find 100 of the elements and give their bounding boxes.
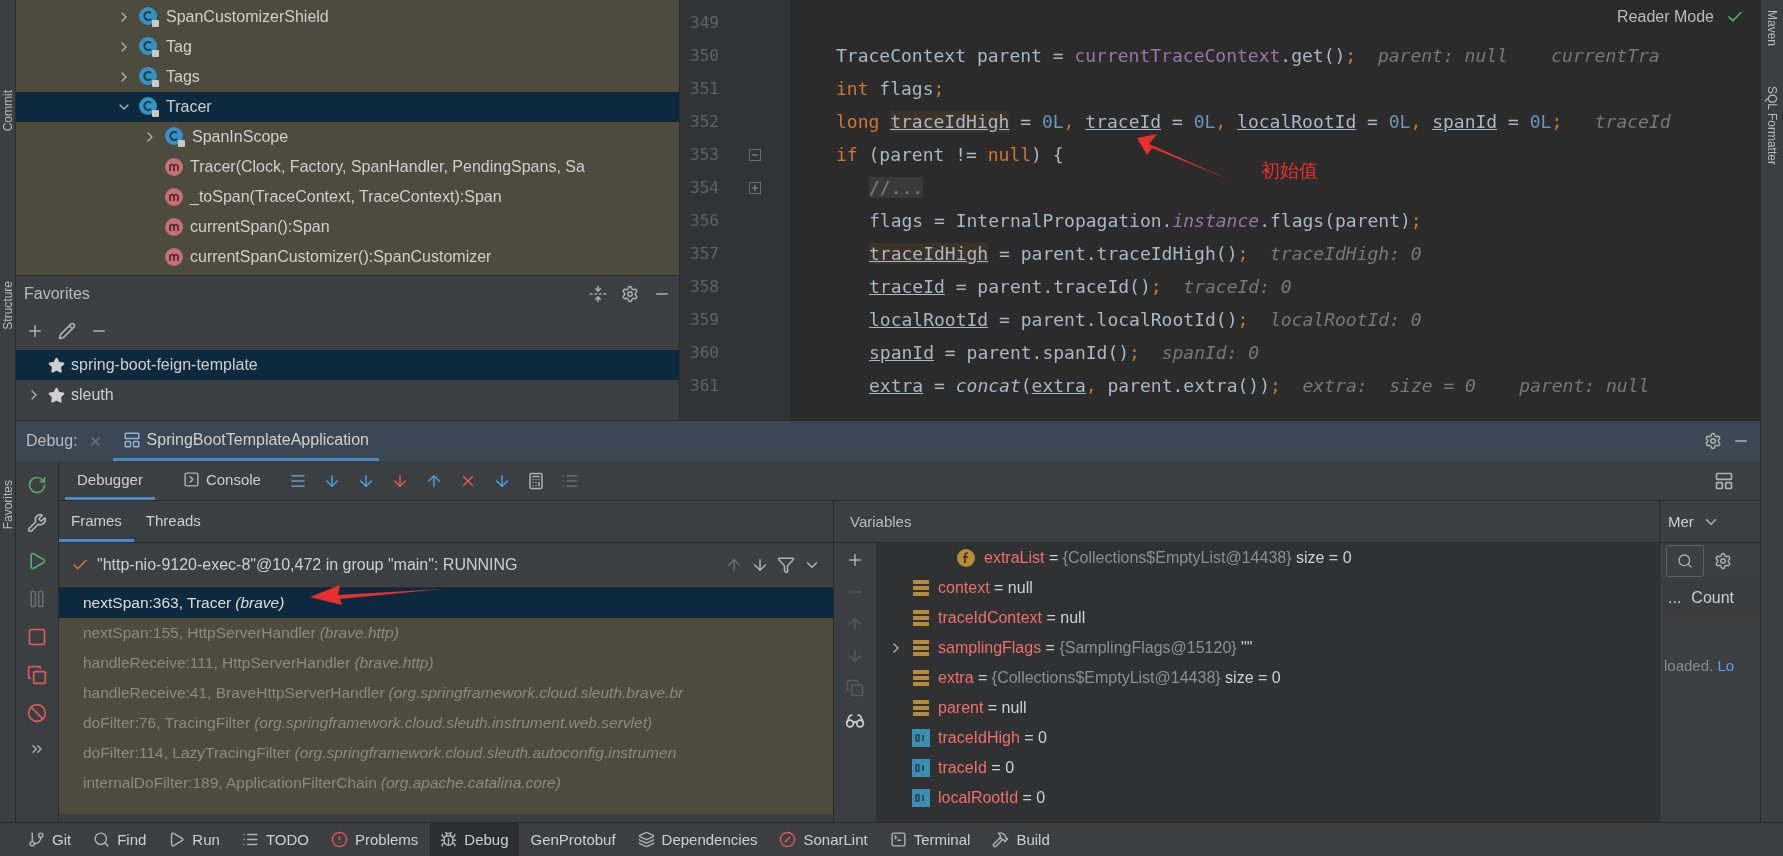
calculator-icon[interactable] bbox=[526, 471, 545, 490]
column-header[interactable]: ... bbox=[1668, 589, 1682, 607]
pane-tab[interactable]: Threads bbox=[133, 501, 213, 542]
tool-window-button[interactable]: SonarLint bbox=[769, 823, 878, 856]
pause-icon[interactable] bbox=[27, 589, 47, 609]
load-link[interactable]: Lo bbox=[1717, 657, 1735, 674]
code-line: if (parent != null) { bbox=[835, 143, 1064, 167]
side-tab[interactable]: Favorites bbox=[0, 480, 15, 530]
tool-window-button[interactable]: Problems bbox=[320, 823, 429, 856]
expand-icon[interactable] bbox=[748, 181, 761, 194]
variable-text[interactable]: extraList = {Collections$EmptyList@14438} size = 0 bbox=[984, 549, 1352, 567]
code-line: localRootId = parent.localRootId(); localRootId: 0 bbox=[868, 308, 1422, 332]
settings-icon[interactable] bbox=[621, 285, 639, 303]
side-tab[interactable]: Structure bbox=[0, 281, 15, 331]
favorite-item[interactable]: spring-boot-feign-template bbox=[16, 350, 679, 380]
panel-title: Debug: bbox=[26, 432, 78, 450]
side-tab[interactable]: Maven bbox=[1765, 10, 1779, 47]
settings-icon[interactable] bbox=[1704, 432, 1722, 450]
thread-selector[interactable]: "http-nio-9120-exec-8"@10,472 in group "main": RUNNING bbox=[97, 556, 717, 574]
resume-icon[interactable] bbox=[27, 551, 47, 571]
settings-icon[interactable] bbox=[1714, 552, 1732, 570]
code-line: traceId = parent.traceId(); traceId: 0 bbox=[868, 275, 1292, 299]
primitive-icon bbox=[912, 729, 930, 747]
class-icon bbox=[138, 66, 160, 88]
class-icon bbox=[164, 126, 186, 148]
tool-window-button[interactable]: GenProtobuf bbox=[520, 823, 626, 856]
code-line: traceIdHigh = parent.traceIdHigh(); traceIdHigh: 0 bbox=[868, 242, 1422, 266]
tree-item[interactable]: currentSpanCustomizer():SpanCustomizer bbox=[16, 242, 679, 272]
tool-window-button[interactable]: Terminal bbox=[879, 823, 981, 856]
tree-item[interactable]: Tags bbox=[16, 62, 679, 92]
variable-text[interactable]: parent = null bbox=[938, 699, 1027, 717]
tree-item[interactable]: Tag bbox=[16, 32, 679, 62]
method-icon bbox=[164, 187, 184, 207]
terminal-icon bbox=[889, 831, 907, 848]
code-line: spanId = parent.spanId(); spanId: 0 bbox=[868, 341, 1260, 365]
console-icon bbox=[182, 470, 200, 488]
tool-window-button[interactable]: Git bbox=[18, 823, 82, 856]
play-icon bbox=[168, 831, 186, 848]
collapse-icon[interactable] bbox=[589, 285, 607, 303]
tool-tab[interactable]: Console bbox=[170, 461, 273, 500]
status-text: loaded. bbox=[1664, 657, 1714, 674]
stop-icon[interactable] bbox=[27, 627, 47, 647]
variable-text[interactable]: localRootId = 0 bbox=[938, 789, 1046, 807]
reader-mode-link[interactable]: Reader Mode bbox=[1617, 8, 1714, 26]
add-icon[interactable] bbox=[26, 322, 44, 340]
glasses-icon[interactable] bbox=[845, 711, 865, 731]
layers-icon bbox=[637, 831, 655, 848]
tool-window-button[interactable]: Find bbox=[83, 823, 157, 856]
favorite-item[interactable]: sleuth bbox=[16, 380, 679, 410]
code-line: extra = concat(extra, parent.extra()); extra: size = 0 parent: null bbox=[868, 374, 1650, 398]
hammer-icon bbox=[992, 831, 1010, 848]
tool-window-button[interactable]: Dependencies bbox=[627, 823, 768, 856]
pencil-icon[interactable] bbox=[58, 322, 76, 340]
variable-text[interactable]: extra = {Collections$EmptyList@14438} size = 0 bbox=[938, 669, 1281, 687]
layout-icon[interactable] bbox=[1714, 470, 1734, 491]
variable-text[interactable]: traceIdHigh = 0 bbox=[938, 729, 1047, 747]
tree-item[interactable]: Tracer bbox=[16, 92, 679, 122]
filter-icon[interactable] bbox=[777, 556, 795, 574]
class-icon bbox=[138, 6, 160, 28]
side-tab[interactable]: Commit bbox=[0, 90, 15, 132]
tool-window-button[interactable]: Debug bbox=[430, 823, 519, 856]
stack-icon bbox=[912, 639, 930, 657]
list-icon bbox=[241, 831, 259, 848]
arrow-down-icon[interactable] bbox=[751, 556, 769, 574]
variable-text[interactable]: context = null bbox=[938, 579, 1033, 597]
rerun-icon[interactable] bbox=[27, 475, 47, 495]
search-field[interactable] bbox=[1666, 545, 1704, 577]
code-line: flags = InternalPropagation.instance.flags(parent); bbox=[868, 209, 1422, 233]
branch-icon bbox=[28, 831, 45, 848]
tree-item[interactable]: SpanCustomizerShield bbox=[16, 2, 679, 32]
slashed-circle-icon bbox=[779, 831, 797, 848]
memory-tab[interactable]: Mer bbox=[1668, 513, 1694, 530]
stack-frame[interactable]: nextSpan:363, Tracer (brave) bbox=[59, 588, 833, 618]
code-line: int flags; bbox=[835, 77, 945, 101]
add-icon[interactable] bbox=[846, 551, 864, 569]
variable-text[interactable]: traceIdContext = null bbox=[938, 609, 1086, 627]
tool-window-button[interactable]: TODO bbox=[231, 823, 319, 856]
tree-item[interactable]: Tracer(Clock, Factory, SpanHandler, PendingSpans, Sa bbox=[16, 152, 679, 182]
stack-icon bbox=[912, 699, 930, 717]
tool-window-button[interactable]: Run bbox=[158, 823, 230, 856]
star-icon bbox=[48, 386, 65, 404]
star-icon bbox=[48, 356, 65, 374]
fold-icon[interactable] bbox=[748, 148, 761, 161]
tree-item[interactable]: SpanInScope bbox=[16, 122, 679, 152]
tool-window-button[interactable]: Build bbox=[982, 823, 1060, 856]
variable-text[interactable]: traceId = 0 bbox=[938, 759, 1015, 777]
search-icon bbox=[1677, 553, 1693, 569]
tool-tab[interactable]: Debugger bbox=[65, 461, 155, 500]
window-icon bbox=[122, 430, 141, 449]
variable-text[interactable]: samplingFlags = {SamplingFlags@15120} "" bbox=[938, 639, 1253, 657]
side-tab[interactable]: SQL Formatter bbox=[1765, 86, 1779, 165]
tree-item[interactable]: currentSpan():Span bbox=[16, 212, 679, 242]
code-line: long traceIdHigh = 0L, traceId = 0L, localRootId = 0L, spanId = 0L; traceId bbox=[835, 110, 1671, 134]
primitive-icon bbox=[912, 759, 930, 777]
tree-item[interactable]: _toSpan(TraceContext, TraceContext):Span bbox=[16, 182, 679, 212]
wrench-icon[interactable] bbox=[27, 513, 47, 533]
column-header[interactable]: Count bbox=[1691, 589, 1735, 607]
search-icon bbox=[93, 831, 111, 848]
run-tab[interactable]: SpringBootTemplateApplication bbox=[112, 421, 379, 461]
pane-tab[interactable]: Frames bbox=[59, 501, 134, 542]
